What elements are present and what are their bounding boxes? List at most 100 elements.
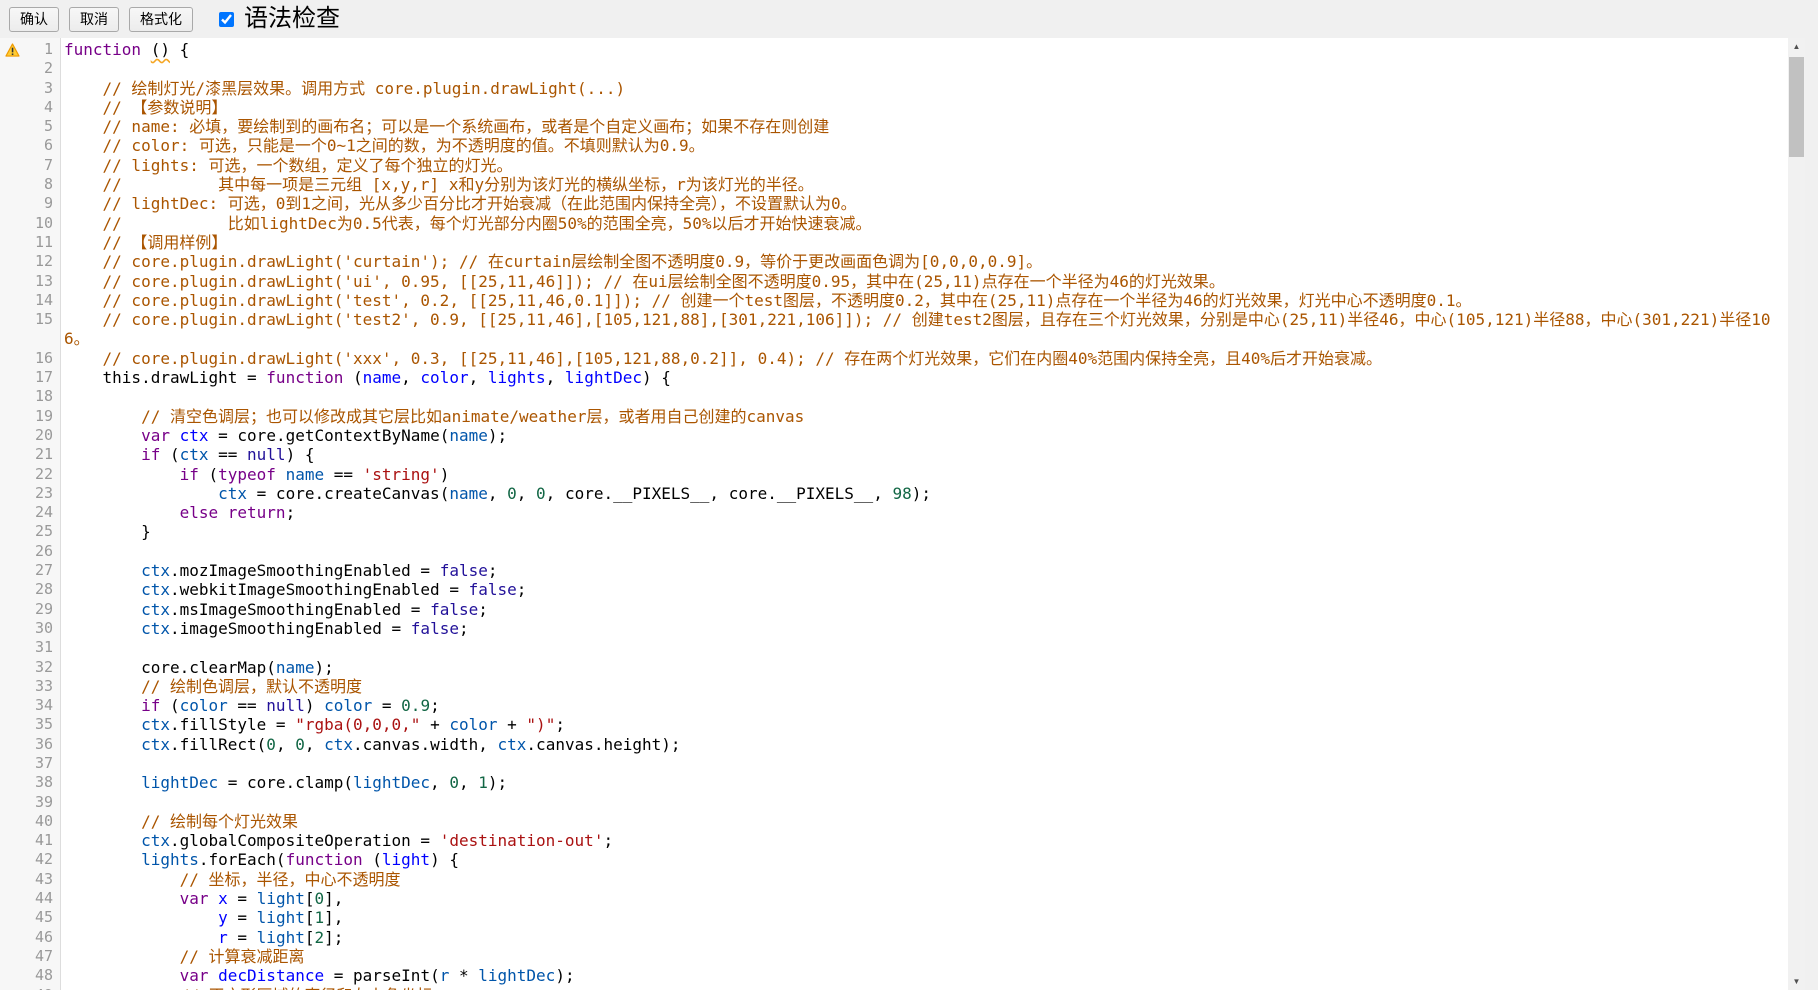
- line-text[interactable]: // 【参数说明】: [60, 98, 1788, 117]
- line-text[interactable]: ctx.webkitImageSmoothingEnabled = false;: [60, 580, 1788, 599]
- code-line[interactable]: 34 if (color == null) color = 0.9;: [0, 696, 1788, 715]
- line-text[interactable]: ctx.fillStyle = "rgba(0,0,0," + color + …: [60, 715, 1788, 734]
- line-text[interactable]: // 清空色调层；也可以修改成其它层比如animate/weather层，或者用…: [60, 407, 1788, 426]
- line-text[interactable]: // core.plugin.drawLight('xxx', 0.3, [[2…: [60, 349, 1788, 368]
- line-text[interactable]: var x = light[0],: [60, 889, 1788, 908]
- code-line[interactable]: 19 // 清空色调层；也可以修改成其它层比如animate/weather层，…: [0, 407, 1788, 426]
- line-text[interactable]: ctx.imageSmoothingEnabled = false;: [60, 619, 1788, 638]
- line-text[interactable]: [60, 542, 1788, 561]
- code-line[interactable]: 38 lightDec = core.clamp(lightDec, 0, 1)…: [0, 773, 1788, 792]
- code-line[interactable]: 13 // core.plugin.drawLight('ui', 0.95, …: [0, 272, 1788, 291]
- code-line[interactable]: 15 // core.plugin.drawLight('test2', 0.9…: [0, 310, 1788, 349]
- line-text[interactable]: // 比如lightDec为0.5代表，每个灯光部分内圈50%的范围全亮，50%…: [60, 214, 1788, 233]
- code-line[interactable]: 43 // 坐标，半径，中心不透明度: [0, 870, 1788, 889]
- line-text[interactable]: var ctx = core.getContextByName(name);: [60, 426, 1788, 445]
- line-text[interactable]: lights.forEach(function (light) {: [60, 850, 1788, 869]
- code-line[interactable]: 4 // 【参数说明】: [0, 98, 1788, 117]
- line-text[interactable]: ctx.msImageSmoothingEnabled = false;: [60, 600, 1788, 619]
- code-line[interactable]: 25 }: [0, 522, 1788, 541]
- code-line[interactable]: 32 core.clearMap(name);: [0, 658, 1788, 677]
- line-text[interactable]: // core.plugin.drawLight('test2', 0.9, […: [60, 310, 1788, 349]
- syntax-check-checkbox[interactable]: [219, 12, 234, 27]
- line-text[interactable]: function () {: [60, 40, 1788, 59]
- code-line[interactable]: 20 var ctx = core.getContextByName(name)…: [0, 426, 1788, 445]
- scroll-down-button[interactable]: ▼: [1788, 973, 1805, 990]
- line-text[interactable]: // 其中每一项是三元组 [x,y,r] x和y分别为该灯光的横纵坐标，r为该灯…: [60, 175, 1788, 194]
- code-line[interactable]: 29 ctx.msImageSmoothingEnabled = false;: [0, 600, 1788, 619]
- code-line[interactable]: 5 // name: 必填，要绘制到的画布名；可以是一个系统画布，或者是个自定义…: [0, 117, 1788, 136]
- line-text[interactable]: [60, 387, 1788, 406]
- confirm-button[interactable]: 确认: [9, 7, 59, 32]
- code-line[interactable]: 17 this.drawLight = function (name, colo…: [0, 368, 1788, 387]
- code-line[interactable]: 1function () {: [0, 40, 1788, 59]
- code-line[interactable]: 3 // 绘制灯光/漆黑层效果。调用方式 core.plugin.drawLig…: [0, 79, 1788, 98]
- line-text[interactable]: // 【调用样例】: [60, 233, 1788, 252]
- line-text[interactable]: ctx.mozImageSmoothingEnabled = false;: [60, 561, 1788, 580]
- code-line[interactable]: 16 // core.plugin.drawLight('xxx', 0.3, …: [0, 349, 1788, 368]
- line-text[interactable]: y = light[1],: [60, 908, 1788, 927]
- code-line[interactable]: 39: [0, 793, 1788, 812]
- code-line[interactable]: 24 else return;: [0, 503, 1788, 522]
- code-line[interactable]: 41 ctx.globalCompositeOperation = 'desti…: [0, 831, 1788, 850]
- line-text[interactable]: // core.plugin.drawLight('curtain'); // …: [60, 252, 1788, 271]
- line-text[interactable]: lightDec = core.clamp(lightDec, 0, 1);: [60, 773, 1788, 792]
- line-text[interactable]: // 计算衰减距离: [60, 947, 1788, 966]
- code-line[interactable]: 6 // color: 可选，只能是一个0~1之间的数，为不透明度的值。不填则默…: [0, 136, 1788, 155]
- vertical-scrollbar[interactable]: ▲ ▼: [1788, 38, 1805, 990]
- line-text[interactable]: }: [60, 522, 1788, 541]
- line-text[interactable]: [60, 754, 1788, 773]
- line-text[interactable]: // lights: 可选，一个数组，定义了每个独立的灯光。: [60, 156, 1788, 175]
- line-text[interactable]: else return;: [60, 503, 1788, 522]
- code-line[interactable]: 22 if (typeof name == 'string'): [0, 465, 1788, 484]
- code-line[interactable]: 44 var x = light[0],: [0, 889, 1788, 908]
- line-text[interactable]: ctx.fillRect(0, 0, ctx.canvas.width, ctx…: [60, 735, 1788, 754]
- code-line[interactable]: 36 ctx.fillRect(0, 0, ctx.canvas.width, …: [0, 735, 1788, 754]
- code-line[interactable]: 10 // 比如lightDec为0.5代表，每个灯光部分内圈50%的范围全亮，…: [0, 214, 1788, 233]
- line-text[interactable]: var decDistance = parseInt(r * lightDec)…: [60, 966, 1788, 985]
- scrollbar-thumb[interactable]: [1789, 57, 1804, 157]
- code-editor[interactable]: 1function () {23 // 绘制灯光/漆黑层效果。调用方式 core…: [0, 38, 1805, 990]
- code-line[interactable]: 12 // core.plugin.drawLight('curtain'); …: [0, 252, 1788, 271]
- line-text[interactable]: // core.plugin.drawLight('test', 0.2, [[…: [60, 291, 1788, 310]
- code-line[interactable]: 26: [0, 542, 1788, 561]
- line-text[interactable]: // 绘制色调层，默认不透明度: [60, 677, 1788, 696]
- code-line[interactable]: 28 ctx.webkitImageSmoothingEnabled = fal…: [0, 580, 1788, 599]
- code-line[interactable]: 8 // 其中每一项是三元组 [x,y,r] x和y分别为该灯光的横纵坐标，r为…: [0, 175, 1788, 194]
- code-line[interactable]: 48 var decDistance = parseInt(r * lightD…: [0, 966, 1788, 985]
- code-line[interactable]: 49 // 正方形区域的直径和左上角坐标: [0, 986, 1788, 990]
- line-text[interactable]: ctx = core.createCanvas(name, 0, 0, core…: [60, 484, 1788, 503]
- line-text[interactable]: if (typeof name == 'string'): [60, 465, 1788, 484]
- line-text[interactable]: core.clearMap(name);: [60, 658, 1788, 677]
- line-text[interactable]: if (color == null) color = 0.9;: [60, 696, 1788, 715]
- line-text[interactable]: // color: 可选，只能是一个0~1之间的数，为不透明度的值。不填则默认为…: [60, 136, 1788, 155]
- code-area[interactable]: 1function () {23 // 绘制灯光/漆黑层效果。调用方式 core…: [0, 38, 1788, 990]
- code-line[interactable]: 21 if (ctx == null) {: [0, 445, 1788, 464]
- code-line[interactable]: 35 ctx.fillStyle = "rgba(0,0,0," + color…: [0, 715, 1788, 734]
- code-line[interactable]: 46 r = light[2];: [0, 928, 1788, 947]
- format-button[interactable]: 格式化: [129, 7, 193, 32]
- code-line[interactable]: 47 // 计算衰减距离: [0, 947, 1788, 966]
- code-line[interactable]: 7 // lights: 可选，一个数组，定义了每个独立的灯光。: [0, 156, 1788, 175]
- line-text[interactable]: // 绘制灯光/漆黑层效果。调用方式 core.plugin.drawLight…: [60, 79, 1788, 98]
- code-line[interactable]: 23 ctx = core.createCanvas(name, 0, 0, c…: [0, 484, 1788, 503]
- line-text[interactable]: r = light[2];: [60, 928, 1788, 947]
- code-line[interactable]: 27 ctx.mozImageSmoothingEnabled = false;: [0, 561, 1788, 580]
- line-text[interactable]: // name: 必填，要绘制到的画布名；可以是一个系统画布，或者是个自定义画布…: [60, 117, 1788, 136]
- line-text[interactable]: ctx.globalCompositeOperation = 'destinat…: [60, 831, 1788, 850]
- code-line[interactable]: 45 y = light[1],: [0, 908, 1788, 927]
- line-text[interactable]: [60, 793, 1788, 812]
- code-line[interactable]: 18: [0, 387, 1788, 406]
- line-text[interactable]: this.drawLight = function (name, color, …: [60, 368, 1788, 387]
- scroll-up-button[interactable]: ▲: [1788, 38, 1805, 55]
- line-text[interactable]: [60, 59, 1788, 78]
- line-text[interactable]: // 坐标，半径，中心不透明度: [60, 870, 1788, 889]
- cancel-button[interactable]: 取消: [69, 7, 119, 32]
- line-text[interactable]: // lightDec: 可选，0到1之间，光从多少百分比才开始衰减（在此范围内…: [60, 194, 1788, 213]
- code-line[interactable]: 37: [0, 754, 1788, 773]
- line-text[interactable]: // 正方形区域的直径和左上角坐标: [60, 986, 1788, 990]
- line-text[interactable]: // 绘制每个灯光效果: [60, 812, 1788, 831]
- line-text[interactable]: if (ctx == null) {: [60, 445, 1788, 464]
- line-text[interactable]: // core.plugin.drawLight('ui', 0.95, [[2…: [60, 272, 1788, 291]
- code-line[interactable]: 31: [0, 638, 1788, 657]
- code-line[interactable]: 14 // core.plugin.drawLight('test', 0.2,…: [0, 291, 1788, 310]
